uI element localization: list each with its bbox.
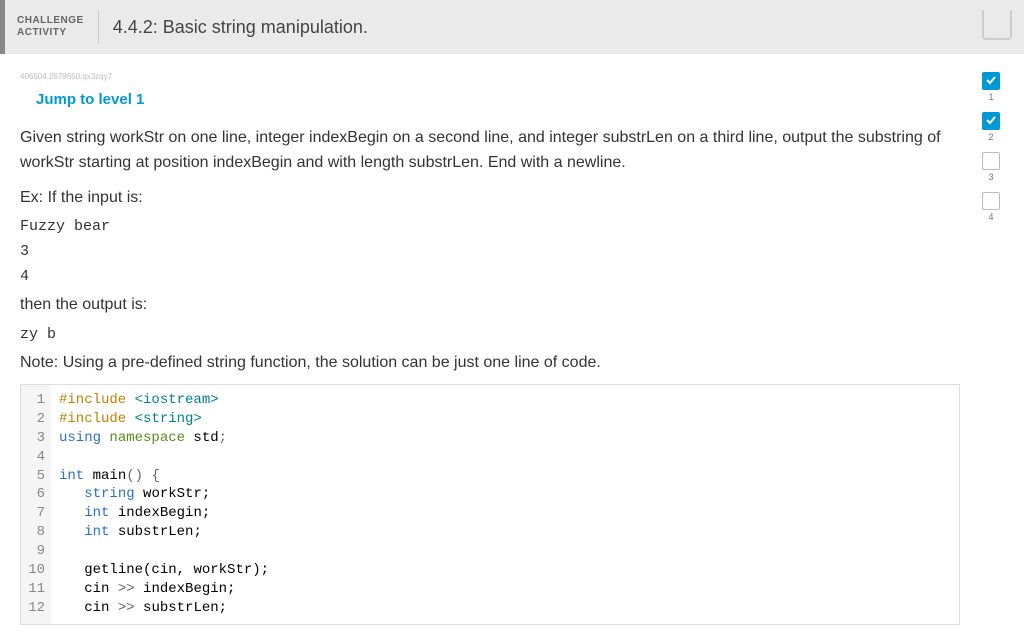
badge-line2: ACTIVITY xyxy=(17,27,84,39)
prompt-note: Note: Using a pre-defined string functio… xyxy=(20,351,960,376)
header-divider xyxy=(98,10,99,44)
line-number: 12 xyxy=(28,600,45,616)
hash-code: 406504.2679650.qx3zqy7 xyxy=(20,72,960,81)
jump-to-level-link[interactable]: Jump to level 1 xyxy=(36,91,960,108)
line-number: 7 xyxy=(37,505,45,521)
tok-int: int xyxy=(84,505,109,521)
level-step-num: 4 xyxy=(988,212,993,222)
check-icon xyxy=(986,115,996,128)
level-step-num: 3 xyxy=(988,172,993,182)
sample-input-line1: Fuzzy bear xyxy=(20,218,960,235)
tok-cin: cin xyxy=(84,581,118,597)
challenge-badge: CHALLENGE ACTIVITY xyxy=(17,15,84,39)
tok-substrlen: substrLen; xyxy=(135,600,227,616)
code-area[interactable]: #include <iostream> #include <string> us… xyxy=(51,385,277,624)
tok-getline-args: (cin, workStr); xyxy=(143,562,269,578)
line-number: 3 xyxy=(37,430,45,446)
activity-title: 4.4.2: Basic string manipulation. xyxy=(113,17,368,38)
tok-cin: cin xyxy=(84,600,118,616)
tok-std: std xyxy=(185,430,219,446)
tok-workstr: workStr; xyxy=(135,486,211,502)
tok-header: <string> xyxy=(126,411,202,427)
tok-int: int xyxy=(59,468,84,484)
line-number: 2 xyxy=(37,411,45,427)
badge-line1: CHALLENGE xyxy=(17,15,84,27)
tok-parens: () xyxy=(126,468,143,484)
level-step-1[interactable] xyxy=(982,72,1000,90)
tok-string: string xyxy=(84,486,134,502)
tok-int: int xyxy=(84,524,109,540)
sample-input-line2: 3 xyxy=(20,243,960,260)
prompt-paragraph-3: then the output is: xyxy=(20,293,960,318)
tok-include: #include xyxy=(59,392,126,408)
tok-namespace: namespace xyxy=(101,430,185,446)
level-step-num: 1 xyxy=(988,92,993,102)
tok-include: #include xyxy=(59,411,126,427)
bookmark-icon[interactable] xyxy=(982,10,1012,40)
tok-brace: { xyxy=(143,468,160,484)
tok-extract: >> xyxy=(118,581,135,597)
line-number-gutter: 1 2 3 4 5 6 7 8 9 10 11 12 xyxy=(21,385,51,624)
line-number: 11 xyxy=(28,581,45,597)
tok-indexbegin: indexBegin; xyxy=(135,581,236,597)
level-step-4[interactable] xyxy=(982,192,1000,210)
level-step-3[interactable] xyxy=(982,152,1000,170)
line-number: 4 xyxy=(37,449,45,465)
sample-output: zy b xyxy=(20,326,960,343)
line-number: 9 xyxy=(37,543,45,559)
tok-indexbegin: indexBegin; xyxy=(109,505,210,521)
level-progress: 1 2 3 4 xyxy=(978,72,1004,625)
check-icon xyxy=(986,75,996,88)
sample-input-line3: 4 xyxy=(20,268,960,285)
challenge-header: CHALLENGE ACTIVITY 4.4.2: Basic string m… xyxy=(0,0,1024,54)
line-number: 10 xyxy=(28,562,45,578)
level-step-2[interactable] xyxy=(982,112,1000,130)
tok-main: main xyxy=(84,468,126,484)
tok-using: using xyxy=(59,430,101,446)
prompt-paragraph-2: Ex: If the input is: xyxy=(20,186,960,211)
line-number: 1 xyxy=(37,392,45,408)
line-number: 6 xyxy=(37,486,45,502)
line-number: 8 xyxy=(37,524,45,540)
code-editor[interactable]: 1 2 3 4 5 6 7 8 9 10 11 12 #include <ios… xyxy=(20,384,960,625)
tok-header: <iostream> xyxy=(126,392,218,408)
tok-substrlen: substrLen; xyxy=(109,524,201,540)
prompt-paragraph-1: Given string workStr on one line, intege… xyxy=(20,126,960,176)
tok-semi: ; xyxy=(219,430,227,446)
tok-getline: getline xyxy=(84,562,143,578)
line-number: 5 xyxy=(37,468,45,484)
tok-extract: >> xyxy=(118,600,135,616)
level-step-num: 2 xyxy=(988,132,993,142)
activity-content: 406504.2679650.qx3zqy7 Jump to level 1 G… xyxy=(20,72,960,625)
